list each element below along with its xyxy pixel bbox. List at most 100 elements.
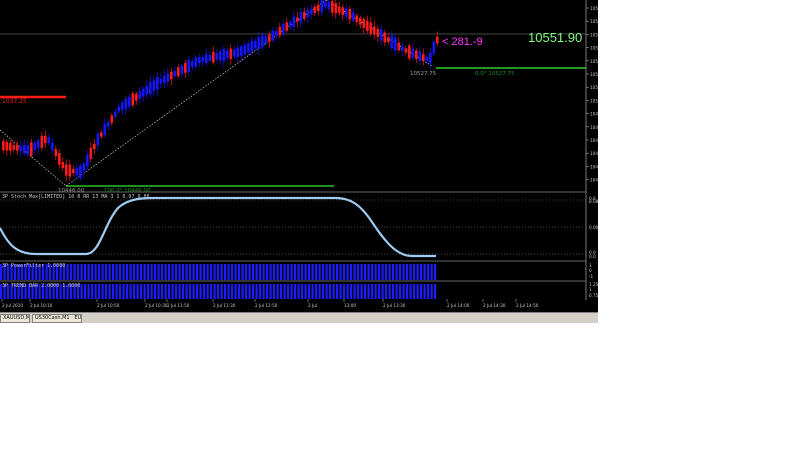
bull-candle [233, 49, 236, 57]
powerfilter-bar [206, 264, 209, 280]
bear-candle [334, 3, 338, 14]
stoch-level-label: 0.00 [589, 225, 598, 230]
bull-candle [247, 43, 250, 53]
fib-zero-label: 0.0° 10527.75 [475, 71, 515, 77]
powerfilter-bar [378, 264, 381, 280]
time-axis[interactable]: 2 Jul 2010 2 Jul 10:10 2 Jul 10:50 2 Jul 10… [1, 299, 539, 308]
bear-candle [89, 147, 93, 160]
trendbar-level-label: 1 [589, 287, 592, 292]
bear-candle [369, 22, 373, 34]
powerfilter-bar [101, 264, 104, 280]
powerfilter-bar [196, 264, 199, 280]
powerfilter-bar [115, 264, 118, 280]
bull-candle [320, 0, 324, 13]
chart-tab-us30[interactable]: US30Cash,M1 · EURUSD [32, 314, 82, 323]
bear-candle [303, 12, 306, 19]
powerfilter-bar [84, 264, 87, 280]
chart-tabs-bar: XAUUSD,M1 US30Cash,M1 · EURUSD [0, 312, 598, 323]
trendbar-bar [409, 284, 412, 299]
powerfilter-bar [154, 264, 157, 280]
powerfilter-bar [227, 264, 230, 280]
subwindow3-label: 3P TREND BAR 2.0000 1.0000 [2, 283, 81, 289]
bear-candle [422, 54, 425, 61]
time-axis-label: 2 Jul 12:50 [255, 303, 278, 308]
bull-candle [261, 35, 264, 48]
price-axis-label: 10485 [590, 125, 598, 130]
price-axis-label: 10525 [590, 72, 598, 77]
trendbar-bar [161, 284, 164, 299]
bear-candle [16, 145, 19, 151]
trendbar-bar [94, 284, 97, 299]
bull-candle [26, 145, 30, 155]
bull-candle [275, 30, 278, 37]
trendbar-bar [133, 284, 136, 299]
trendbar-bar [154, 284, 157, 299]
powerfilter-bar [413, 264, 416, 280]
trendbar-bar [217, 284, 220, 299]
powerfilter-bar [420, 264, 423, 280]
bull-candle [352, 12, 355, 21]
powerfilter-bar [290, 264, 293, 280]
resistance-price-label: 1037.25 [2, 98, 27, 105]
bear-candle [61, 162, 65, 169]
powerfilter-bar [371, 264, 374, 280]
bull-candle [394, 37, 397, 51]
chart-canvas[interactable]: 10551.90 < 281.-9 10527.75 0.0° 10527.75… [0, 0, 598, 322]
trendbar-bar [112, 284, 115, 299]
powerfilter-bar [367, 264, 370, 280]
powerfilter-bar [210, 264, 213, 280]
bear-candle [338, 6, 341, 13]
trendbar-bar [241, 284, 244, 299]
bear-candle [408, 45, 411, 59]
bull-candle [142, 88, 145, 97]
trendbar-bar [182, 284, 185, 299]
powerfilter-bar [364, 264, 367, 280]
bull-candle [75, 167, 79, 176]
chart-tab-xauusd[interactable]: XAUUSD,M1 [0, 314, 30, 323]
powerfilter-bar [395, 264, 398, 280]
bear-candle [415, 50, 418, 59]
powerfilter-bar [241, 264, 244, 280]
powerfilter-bar [273, 264, 276, 280]
powerfilter-bar [199, 264, 202, 280]
bull-candle [152, 80, 156, 91]
bear-candle [278, 26, 282, 36]
trendbar-bar [122, 284, 125, 299]
trendbar-bar [199, 284, 202, 299]
trendbar-bar [276, 284, 279, 299]
bull-candle [187, 59, 191, 72]
trendbar-bar [140, 284, 143, 299]
powerfilter-bar [133, 264, 136, 280]
bull-candle [205, 54, 208, 64]
price-axis-label: 10545 [590, 46, 598, 51]
trendbar-bar [413, 284, 416, 299]
trendbar-bar [189, 284, 192, 299]
powerfilter-bar [315, 264, 318, 280]
trendbar-bar [343, 284, 346, 299]
bear-candle [355, 15, 359, 23]
subwindow1-label: 3P Stoch Max[LIMITED] 10 8 RR 13 MA 3 1 … [2, 194, 150, 200]
trendbar-bar [105, 284, 108, 299]
trendbar-bar [406, 284, 409, 299]
price-axis-label: 10505 [590, 98, 598, 103]
trendbar-bar [168, 284, 171, 299]
bull-candle [194, 57, 198, 67]
trendbar-level-labels: 1.2510.75 [589, 282, 598, 298]
trendbar-bar [395, 284, 398, 299]
bull-candle [418, 51, 422, 61]
trendbar-bar [143, 284, 146, 299]
trendbar-bar [381, 284, 384, 299]
bull-candle [289, 21, 292, 27]
trendbar-bar [245, 284, 248, 299]
price-axis[interactable]: 10575 10565 10555 10545 10535 10525 10515 10505… [586, 6, 598, 183]
bid-price-label: 10551.90 [528, 30, 582, 45]
powerfilter-bar [80, 264, 83, 280]
bull-candle [257, 36, 261, 50]
bear-candle [341, 7, 345, 16]
powerfilter-bar [255, 264, 258, 280]
bear-candle [135, 93, 138, 101]
bull-candle [201, 57, 205, 62]
bull-candle [138, 91, 142, 99]
trendbar-bar [357, 284, 360, 299]
trendbar-bar [332, 284, 335, 299]
